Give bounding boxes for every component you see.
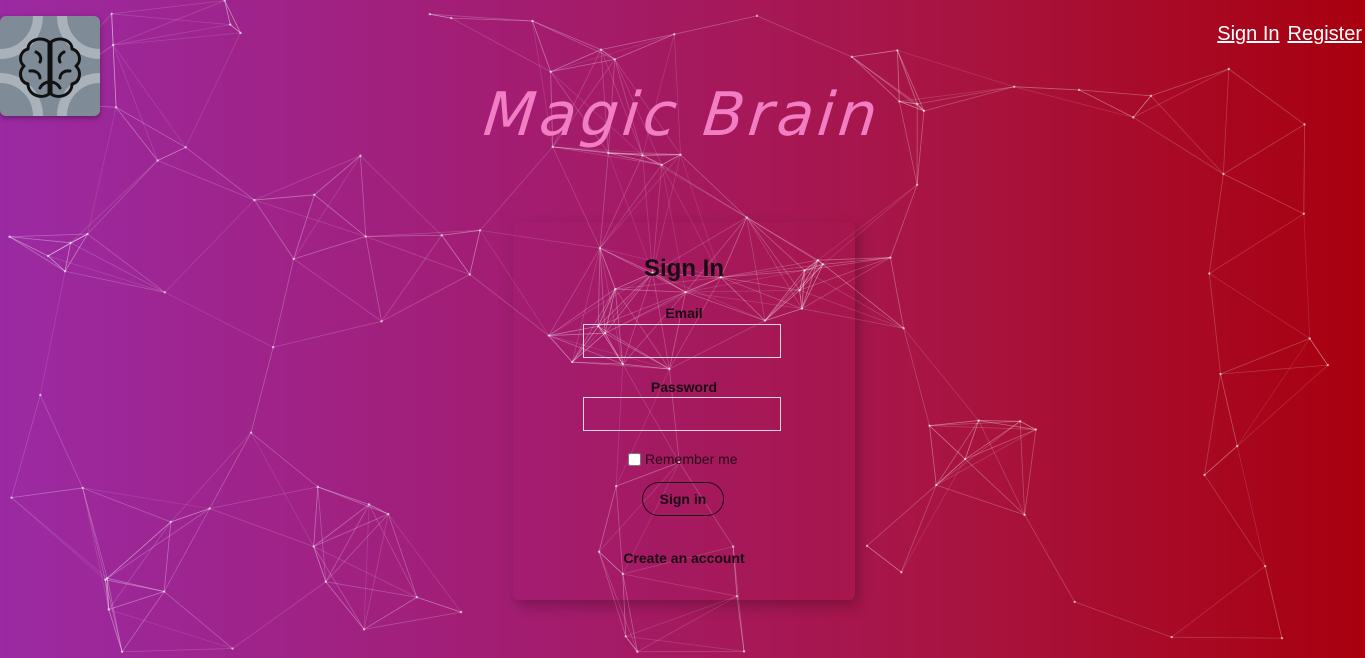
nav-register-link[interactable]: Register: [1288, 23, 1362, 46]
sign-in-button[interactable]: Sign in: [642, 482, 724, 516]
remember-me-option[interactable]: Remember me: [628, 451, 738, 467]
email-input[interactable]: [583, 324, 781, 358]
email-label: Email: [665, 305, 703, 321]
nav-sign-in-link[interactable]: Sign In: [1217, 23, 1279, 46]
top-navigation: Sign In Register: [1217, 23, 1362, 46]
password-input[interactable]: [583, 397, 781, 431]
create-account-link[interactable]: Create an account: [513, 550, 855, 566]
remember-me-checkbox[interactable]: [628, 452, 641, 466]
password-label: Password: [650, 379, 718, 395]
app-title: Magic Brain: [480, 80, 885, 150]
sign-in-heading: Sign In: [644, 255, 724, 282]
remember-me-label: Remember me: [645, 451, 738, 467]
sign-in-card: Sign In Email Password Remember me Sign …: [513, 222, 855, 600]
